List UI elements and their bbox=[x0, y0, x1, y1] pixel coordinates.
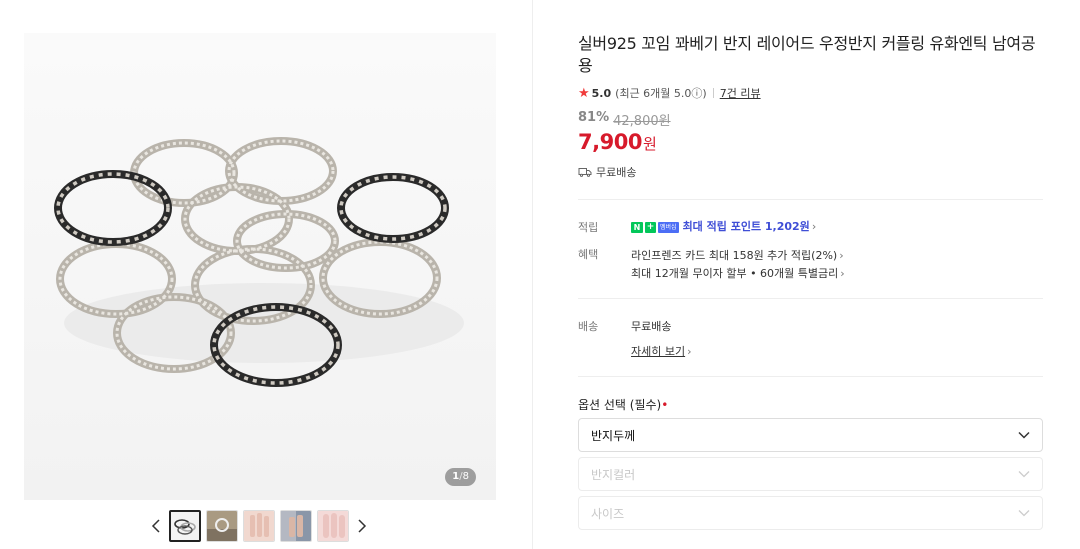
thumbnail-5[interactable] bbox=[317, 510, 349, 542]
naver-n-icon: N bbox=[631, 221, 643, 233]
required-mark: • bbox=[661, 398, 669, 412]
thumbnail-1[interactable] bbox=[169, 510, 201, 542]
price-value: 7,900 bbox=[578, 130, 642, 154]
chevron-right-icon: › bbox=[687, 345, 692, 358]
image-page-indicator: 1/8 bbox=[445, 468, 476, 486]
divider bbox=[578, 298, 1043, 299]
price-unit: 원 bbox=[642, 135, 657, 153]
chevron-right-icon: › bbox=[840, 267, 845, 280]
select-label: 사이즈 bbox=[591, 506, 625, 521]
product-title: 실버925 꼬임 꽈베기 반지 레이어드 우정반지 커플링 유화엔틱 남여공용 bbox=[578, 34, 1036, 75]
card-benefit-link[interactable]: 라인프렌즈 카드 최대 158원 추가 적립(2%) › bbox=[631, 247, 844, 263]
option-select-size[interactable]: 사이즈 bbox=[578, 496, 1043, 530]
original-price: 42,800원 bbox=[613, 114, 671, 129]
thumbnail-2[interactable] bbox=[206, 510, 238, 542]
rating-row: ★ 5.0 (최근 6개월 5.0ⓘ) 7건 리뷰 bbox=[578, 85, 761, 101]
delivery-detail-link[interactable]: 자세히 보기 › bbox=[631, 343, 692, 359]
divider bbox=[578, 376, 1043, 377]
shipping-badge: 무료배송 bbox=[578, 164, 636, 180]
chevron-right-icon bbox=[358, 519, 367, 533]
option-select-thickness[interactable]: 반지두께 bbox=[578, 418, 1043, 452]
option-select-color[interactable]: 반지컬러 bbox=[578, 457, 1043, 491]
thumbnail-prev-button[interactable] bbox=[147, 510, 165, 542]
product-gallery: 1/8 bbox=[0, 0, 533, 549]
truck-icon bbox=[578, 168, 592, 177]
rating-score: 5.0 bbox=[591, 86, 612, 100]
shipping-text: 무료배송 bbox=[596, 166, 637, 179]
delivery-value: 무료배송 bbox=[631, 320, 672, 333]
thumbnail-strip bbox=[147, 510, 371, 542]
option-title-text: 옵션 선택 (필수) bbox=[578, 398, 662, 412]
installment-text: 최대 12개월 무이자 할부 • 60개월 특별금리 bbox=[631, 267, 839, 280]
benefit-label: 혜택 bbox=[578, 248, 599, 261]
chevron-left-icon bbox=[151, 519, 160, 533]
chevron-down-icon bbox=[1018, 510, 1030, 517]
review-count-link[interactable]: 7건 리뷰 bbox=[720, 85, 761, 101]
divider bbox=[712, 88, 714, 98]
membership-badge: 멤버십 bbox=[658, 221, 679, 233]
main-product-image[interactable]: 1/8 bbox=[24, 33, 496, 500]
points-value[interactable]: N + 멤버십 최대 적립 포인트 1,202원 › bbox=[631, 218, 816, 234]
rings-image bbox=[24, 33, 496, 500]
select-label: 반지두께 bbox=[591, 428, 636, 443]
card-benefit-text: 라인프렌즈 카드 최대 158원 추가 적립(2%) bbox=[631, 249, 838, 262]
thumbnail-next-button[interactable] bbox=[353, 510, 371, 542]
npay-membership-badge: N + 멤버십 bbox=[631, 221, 679, 233]
installment-link[interactable]: 최대 12개월 무이자 할부 • 60개월 특별금리 › bbox=[631, 265, 845, 281]
recent-rating[interactable]: (최근 6개월 5.0ⓘ) bbox=[615, 85, 707, 101]
points-label: 적립 bbox=[578, 221, 599, 234]
select-label: 반지컬러 bbox=[591, 467, 636, 482]
detail-link-text: 자세히 보기 bbox=[631, 345, 686, 358]
plus-icon: + bbox=[645, 221, 656, 233]
chevron-right-icon: › bbox=[811, 220, 817, 233]
thumbnail-3[interactable] bbox=[243, 510, 275, 542]
thumbnail-4[interactable] bbox=[280, 510, 312, 542]
chevron-down-icon bbox=[1018, 431, 1030, 439]
delivery-label: 배송 bbox=[578, 320, 599, 333]
star-icon: ★ bbox=[578, 85, 590, 101]
max-points-text: 최대 적립 포인트 1,202원 bbox=[682, 220, 810, 233]
divider bbox=[578, 199, 1043, 200]
chevron-right-icon: › bbox=[839, 249, 844, 262]
sale-price: 7,900 원 bbox=[578, 130, 657, 154]
discount-rate: 81% bbox=[578, 110, 610, 125]
discount-row: 81% 42,800원 bbox=[578, 110, 671, 129]
chevron-down-icon bbox=[1018, 471, 1030, 478]
option-title: 옵션 선택 (필수)• bbox=[578, 396, 668, 413]
